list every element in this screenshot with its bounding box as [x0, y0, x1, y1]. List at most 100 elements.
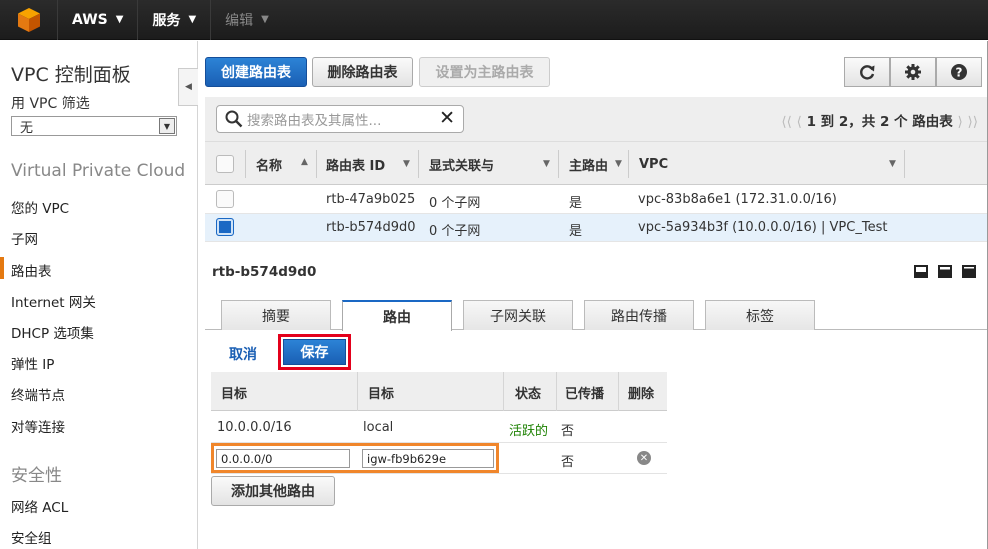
vpc-filter-select[interactable]: 无 ▼: [11, 116, 177, 136]
gear-icon: [905, 64, 921, 80]
layout-split-half-icon[interactable]: [938, 265, 952, 278]
target-input[interactable]: igw-fb9b629e: [362, 449, 494, 468]
filter-bar: 搜索路由表及其属性... ✕ ⟨⟨ ⟨ 1 到 2，共 2 个 路由表 ⟩ ⟩⟩: [205, 97, 988, 141]
table-header: 名称 ▲ 路由表 ID ▼ 显式关联与 ▼ 主路由 ▼ VPC ▼: [205, 141, 988, 185]
sidebar-collapse-toggle[interactable]: ◀: [178, 68, 198, 106]
sidebar-item-your-vpc[interactable]: 您的 VPC: [11, 197, 69, 217]
sort-icon[interactable]: ▼: [615, 159, 622, 169]
refresh-icon: [860, 65, 875, 80]
settings-button[interactable]: [890, 57, 936, 87]
column-divider: [558, 150, 559, 178]
set-main-table-button[interactable]: 设置为主路由表: [419, 57, 550, 87]
sidebar-item-dhcp-options[interactable]: DHCP 选项集: [11, 322, 94, 342]
first-page-icon[interactable]: ⟨⟨: [781, 114, 792, 130]
sidebar-item-peering[interactable]: 对等连接: [11, 416, 65, 436]
pagination: ⟨⟨ ⟨ 1 到 2，共 2 个 路由表 ⟩ ⟩⟩: [781, 110, 978, 130]
sidebar-item-subnets[interactable]: 子网: [11, 228, 38, 248]
nav-aws-menu[interactable]: AWS ▼: [58, 0, 139, 40]
search-input[interactable]: 搜索路由表及其属性... ✕: [216, 105, 464, 133]
column-divider: [618, 372, 619, 411]
sort-ascending-icon[interactable]: ▲: [301, 157, 308, 167]
sidebar-item-endpoints[interactable]: 终端节点: [11, 384, 65, 404]
sidebar-item-elastic-ip[interactable]: 弹性 IP: [11, 353, 54, 373]
sidebar-title[interactable]: VPC 控制面板: [11, 60, 131, 87]
tab-subnet-associations[interactable]: 子网关联: [463, 300, 573, 330]
route-column-status: 状态: [515, 387, 542, 402]
vpc-filter-label: 用 VPC 筛选: [11, 96, 90, 112]
nav-aws-label: AWS: [72, 11, 108, 28]
row-checkbox[interactable]: [216, 190, 234, 208]
chevron-left-icon: ◀: [185, 82, 192, 92]
aws-logo[interactable]: [0, 0, 58, 40]
pagination-text: 1 到 2，共 2 个 路由表: [806, 114, 953, 130]
sidebar-item-security-groups[interactable]: 安全组: [11, 527, 52, 547]
search-icon: [225, 110, 243, 128]
prev-page-icon[interactable]: ⟨: [797, 114, 802, 130]
column-header-name[interactable]: 名称: [256, 153, 282, 175]
chevron-down-icon: ▼: [159, 118, 175, 134]
column-header-id[interactable]: 路由表 ID: [326, 153, 385, 175]
sort-icon[interactable]: ▼: [543, 159, 550, 169]
column-divider: [316, 150, 317, 178]
nav-services-menu[interactable]: 服务 ▼: [138, 0, 212, 40]
sort-icon[interactable]: ▼: [403, 159, 410, 169]
vpc-filter-value: 无: [20, 120, 34, 136]
tab-route-propagation[interactable]: 路由传播: [584, 300, 694, 330]
route-column-propagated: 已传播: [565, 387, 605, 402]
sidebar-item-network-acl[interactable]: 网络 ACL: [11, 496, 68, 516]
tab-tags[interactable]: 标签: [705, 300, 815, 330]
add-route-button[interactable]: 添加其他路由: [211, 476, 335, 506]
route-target: local: [363, 420, 394, 435]
column-divider: [556, 372, 557, 411]
detail-title: rtb-b574d9d0: [212, 264, 317, 280]
cube-icon: [17, 7, 40, 32]
select-all-checkbox[interactable]: [216, 155, 234, 173]
cancel-button[interactable]: 取消: [229, 344, 257, 364]
sidebar-item-route-tables[interactable]: 路由表: [0, 257, 52, 280]
chevron-down-icon: ▼: [115, 14, 124, 25]
route-column-delete: 删除: [628, 387, 655, 402]
table-row[interactable]: rtb-b574d9d0 0 个子网 是 vpc-5a934b3f (10.0.…: [205, 214, 988, 242]
refresh-button[interactable]: [844, 57, 890, 87]
chevron-down-icon: ▼: [188, 14, 197, 25]
route-status: 活跃的: [509, 424, 549, 439]
cell-id: rtb-b574d9d0: [326, 220, 416, 235]
next-page-icon[interactable]: ⟩: [957, 114, 962, 130]
layout-split-bottom-icon[interactable]: [914, 265, 928, 278]
destination-input[interactable]: 0.0.0.0/0: [216, 449, 350, 468]
remove-route-icon[interactable]: ✕: [637, 451, 651, 465]
nav-services-label: 服务: [152, 12, 181, 29]
top-navigation: AWS ▼ 服务 ▼ 编辑 ▼: [0, 0, 988, 40]
route-column-target: 目标: [368, 387, 395, 402]
nav-edit-menu[interactable]: 编辑 ▼: [211, 0, 283, 40]
sort-icon[interactable]: ▼: [889, 159, 896, 169]
cell-vpc: vpc-5a934b3f (10.0.0.0/16) | VPC_Test: [638, 220, 888, 235]
sidebar-section-vpc: Virtual Private Cloud: [11, 161, 186, 181]
layout-split-top-icon[interactable]: [962, 265, 976, 278]
help-icon: ?: [951, 64, 967, 80]
sidebar-item-internet-gateways[interactable]: Internet 网关: [11, 291, 96, 311]
close-icon[interactable]: ✕: [439, 107, 455, 129]
column-divider: [357, 372, 358, 411]
tab-routes[interactable]: 路由: [342, 300, 452, 331]
cell-id: rtb-47a9b025: [326, 192, 416, 207]
cell-association: 0 个子网: [429, 224, 481, 239]
cell-vpc: vpc-83b8a6e1 (172.31.0.0/16): [638, 192, 837, 207]
delete-route-table-button[interactable]: 删除路由表: [312, 57, 413, 87]
svg-text:?: ?: [956, 66, 963, 80]
last-page-icon[interactable]: ⟩⟩: [967, 114, 978, 130]
column-header-association[interactable]: 显式关联与: [429, 153, 494, 175]
column-header-vpc[interactable]: VPC: [639, 153, 668, 175]
help-button[interactable]: ?: [936, 57, 982, 87]
table-row[interactable]: rtb-47a9b025 0 个子网 是 vpc-83b8a6e1 (172.3…: [205, 186, 988, 214]
tab-summary[interactable]: 摘要: [221, 300, 331, 330]
routes-table-header: 目标 目标 状态 已传播 删除: [211, 372, 667, 411]
column-header-main[interactable]: 主路由: [569, 153, 608, 175]
save-button[interactable]: 保存: [283, 339, 346, 365]
cell-main: 是: [569, 224, 583, 239]
chevron-down-icon: ▼: [261, 14, 269, 25]
create-route-table-button[interactable]: 创建路由表: [205, 57, 307, 87]
row-checkbox[interactable]: [216, 218, 234, 236]
route-propagated: 否: [561, 455, 575, 470]
route-propagated: 否: [561, 424, 575, 439]
